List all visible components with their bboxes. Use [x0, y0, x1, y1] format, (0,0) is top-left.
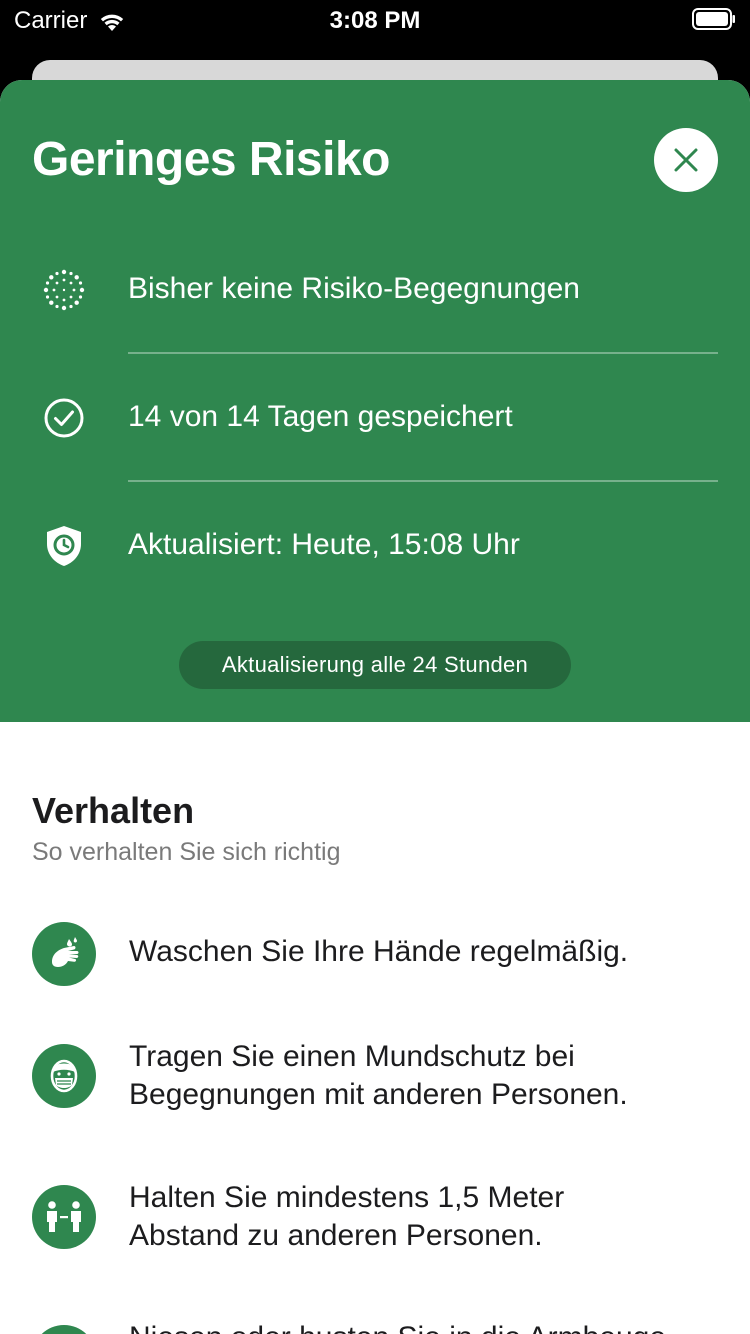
close-button[interactable]	[654, 128, 718, 192]
behavior-text-line: Halten Sie mindestens 1,5 Meter	[129, 1181, 565, 1214]
behavior-text-line: Waschen Sie Ihre Hände regelmäßig.	[129, 935, 629, 968]
risk-row-saved-days: 14 von 14 Tagen gespeichert	[0, 354, 750, 482]
radar-dots-icon	[40, 268, 88, 312]
behavior-text-line: Tragen Sie einen Mundschutz bei	[129, 1040, 575, 1073]
behavior-text-line: Abstand zu anderen Personen.	[129, 1219, 543, 1252]
sneeze-icon	[32, 1325, 96, 1334]
behavior-text: Niesen oder husten Sie in die Armbeuge	[129, 1319, 729, 1334]
close-icon	[674, 148, 698, 172]
behavior-text-line: Begegnungen mit anderen Personen.	[129, 1078, 628, 1111]
section-title: Verhalten	[32, 790, 195, 831]
face-mask-icon	[32, 1044, 96, 1108]
risk-row-text: 14 von 14 Tagen gespeichert	[128, 400, 513, 433]
status-time: 3:08 PM	[329, 7, 421, 34]
hand-wash-icon	[32, 922, 96, 986]
shield-clock-icon	[40, 524, 88, 568]
risk-card: Geringes Risiko Bisher keine Risiko-Bege…	[0, 80, 750, 722]
risk-title: Geringes Risiko	[32, 133, 390, 186]
risk-row-updated: Aktualisiert: Heute, 15:08 Uhr	[0, 482, 750, 610]
check-circle-icon	[40, 396, 88, 440]
behavior-text: Halten Sie mindestens 1,5 Meter Abstand …	[129, 1179, 729, 1255]
risk-row-text: Bisher keine Risiko-Begegnungen	[128, 272, 580, 305]
behavior-text: Waschen Sie Ihre Hände regelmäßig.	[129, 933, 729, 971]
section-subtitle: So verhalten Sie sich richtig	[32, 838, 341, 866]
behavior-text-line: Niesen oder husten Sie in die Armbeuge	[129, 1319, 729, 1334]
risk-row-text: Aktualisiert: Heute, 15:08 Uhr	[128, 528, 520, 561]
risk-row-encounters: Bisher keine Risiko-Begegnungen	[0, 226, 750, 354]
refresh-interval-badge: Aktualisierung alle 24 Stunden	[179, 641, 571, 689]
battery-icon	[692, 8, 735, 30]
distance-icon	[32, 1185, 96, 1249]
status-bar: Carrier 3:08 PM	[0, 0, 750, 40]
behavior-text: Tragen Sie einen Mundschutz bei Begegnun…	[129, 1038, 729, 1114]
risk-detail-sheet: Geringes Risiko Bisher keine Risiko-Bege…	[0, 80, 750, 1334]
